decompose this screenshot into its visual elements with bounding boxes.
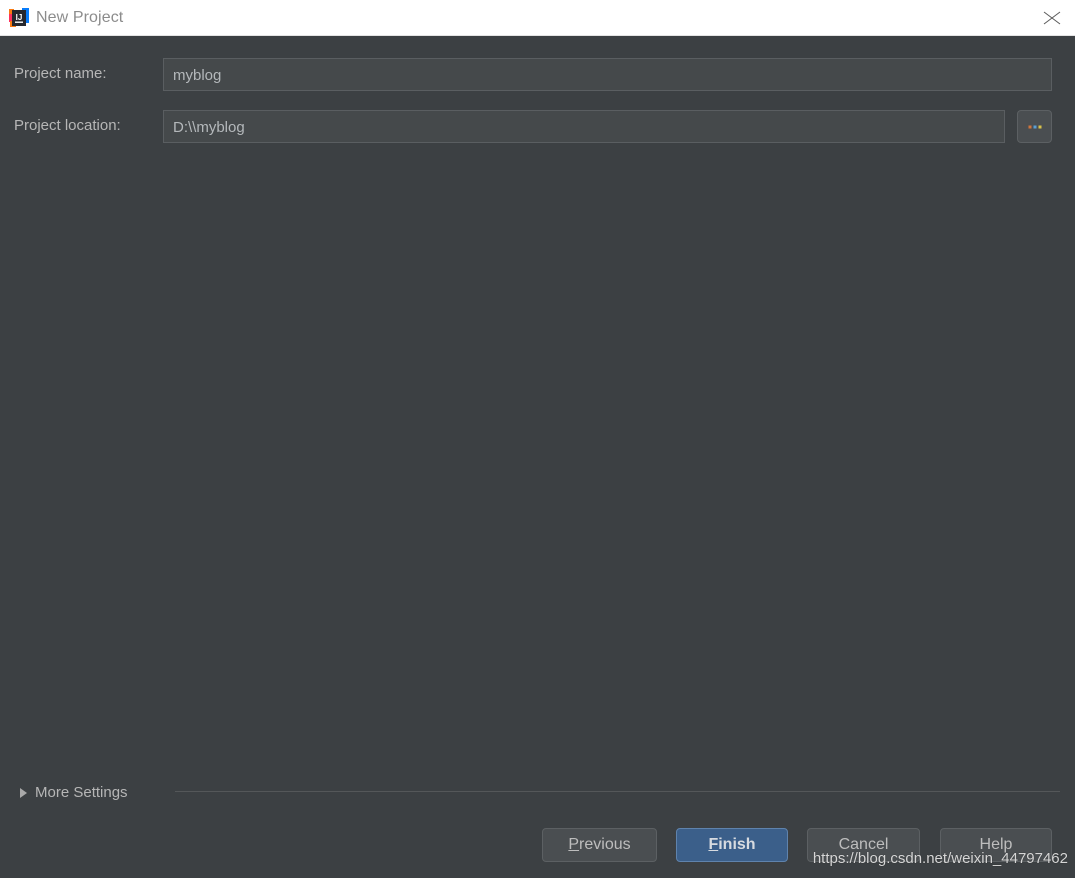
project-location-input[interactable]: D:\\myblog — [163, 110, 1005, 143]
more-settings-section: More Settings — [0, 780, 1075, 804]
project-name-label: Project name: — [14, 65, 107, 82]
previous-button-label: revious — [579, 836, 631, 853]
project-location-label: Project location: — [14, 117, 121, 134]
chevron-right-icon — [20, 787, 27, 798]
title-bar: IJ New Project — [0, 0, 1075, 36]
watermark-text: https://blog.csdn.net/weixin_44797462 — [812, 850, 1068, 867]
new-project-dialog: IJ New Project Project name: myblog Proj… — [0, 0, 1075, 878]
finish-button-label: inish — [718, 836, 756, 853]
previous-button-mnemonic: P — [568, 836, 580, 853]
previous-button[interactable]: Previous — [542, 828, 657, 862]
finish-button-mnemonic: F — [708, 836, 719, 853]
more-settings-toggle[interactable]: More Settings — [20, 780, 128, 804]
finish-button[interactable]: Finish — [676, 828, 788, 862]
project-name-input[interactable]: myblog — [163, 58, 1052, 91]
separator — [175, 791, 1060, 792]
ellipsis-icon — [1028, 125, 1041, 128]
close-icon[interactable] — [1029, 0, 1075, 35]
more-settings-label: More Settings — [35, 783, 128, 801]
intellij-idea-icon: IJ — [9, 8, 29, 28]
browse-folder-button[interactable] — [1017, 110, 1052, 143]
window-title: New Project — [36, 9, 124, 26]
svg-text:IJ: IJ — [16, 13, 23, 22]
